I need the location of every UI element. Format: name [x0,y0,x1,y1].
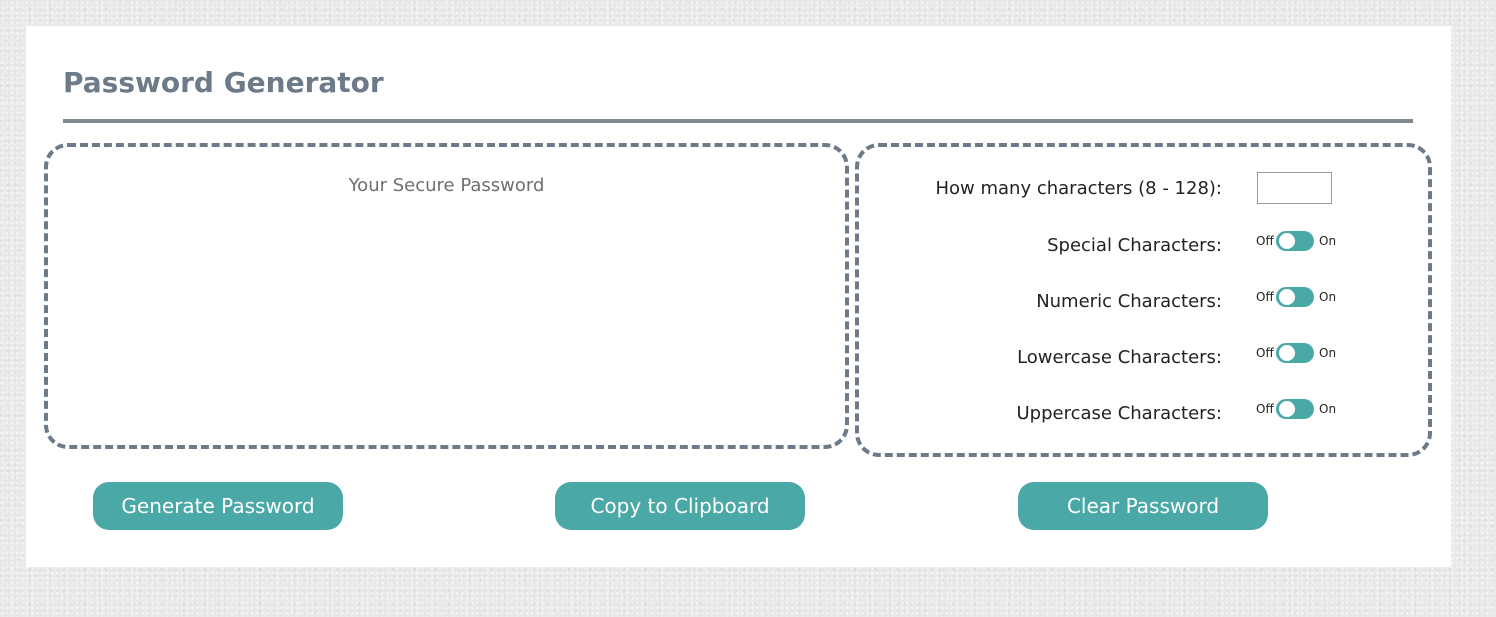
password-output[interactable] [78,173,815,425]
numeric-label: Numeric Characters: [1036,291,1222,312]
toggle-on-label: On [1319,234,1337,248]
uppercase-row: Uppercase Characters: Off On [859,399,1428,429]
page-title: Password Generator [63,66,384,99]
copy-to-clipboard-button[interactable]: Copy to Clipboard [555,482,805,530]
toggle-off-label: Off [1256,402,1274,416]
length-input[interactable] [1257,172,1332,204]
numeric-row: Numeric Characters: Off On [859,287,1428,317]
length-label: How many characters (8 - 128): [935,178,1223,199]
toggle-off-label: Off [1256,290,1274,304]
generate-password-button[interactable]: Generate Password [93,482,343,530]
toggle-on-label: On [1319,402,1337,416]
toggle-knob-icon [1279,289,1295,305]
special-label: Special Characters: [1047,235,1222,256]
lowercase-label: Lowercase Characters: [1017,347,1222,368]
special-toggle[interactable] [1276,231,1314,251]
uppercase-toggle[interactable] [1276,399,1314,419]
criteria-panel: How many characters (8 - 128): Special C… [855,143,1432,457]
generator-card: Password Generator How many characters (… [26,26,1451,567]
toggle-knob-icon [1279,401,1295,417]
toggle-off-label: Off [1256,346,1274,360]
special-row: Special Characters: Off On [859,231,1428,261]
lowercase-row: Lowercase Characters: Off On [859,343,1428,373]
header: Password Generator [63,66,1413,100]
lowercase-toggle[interactable] [1276,343,1314,363]
toggle-on-label: On [1319,290,1337,304]
numeric-toggle[interactable] [1276,287,1314,307]
uppercase-label: Uppercase Characters: [1016,403,1222,424]
header-divider [63,119,1413,123]
toggle-on-label: On [1319,346,1337,360]
length-row: How many characters (8 - 128): [859,174,1428,204]
toggle-knob-icon [1279,345,1295,361]
clear-password-button[interactable]: Clear Password [1018,482,1268,530]
toggle-knob-icon [1279,233,1295,249]
toggle-off-label: Off [1256,234,1274,248]
password-panel [44,143,849,449]
